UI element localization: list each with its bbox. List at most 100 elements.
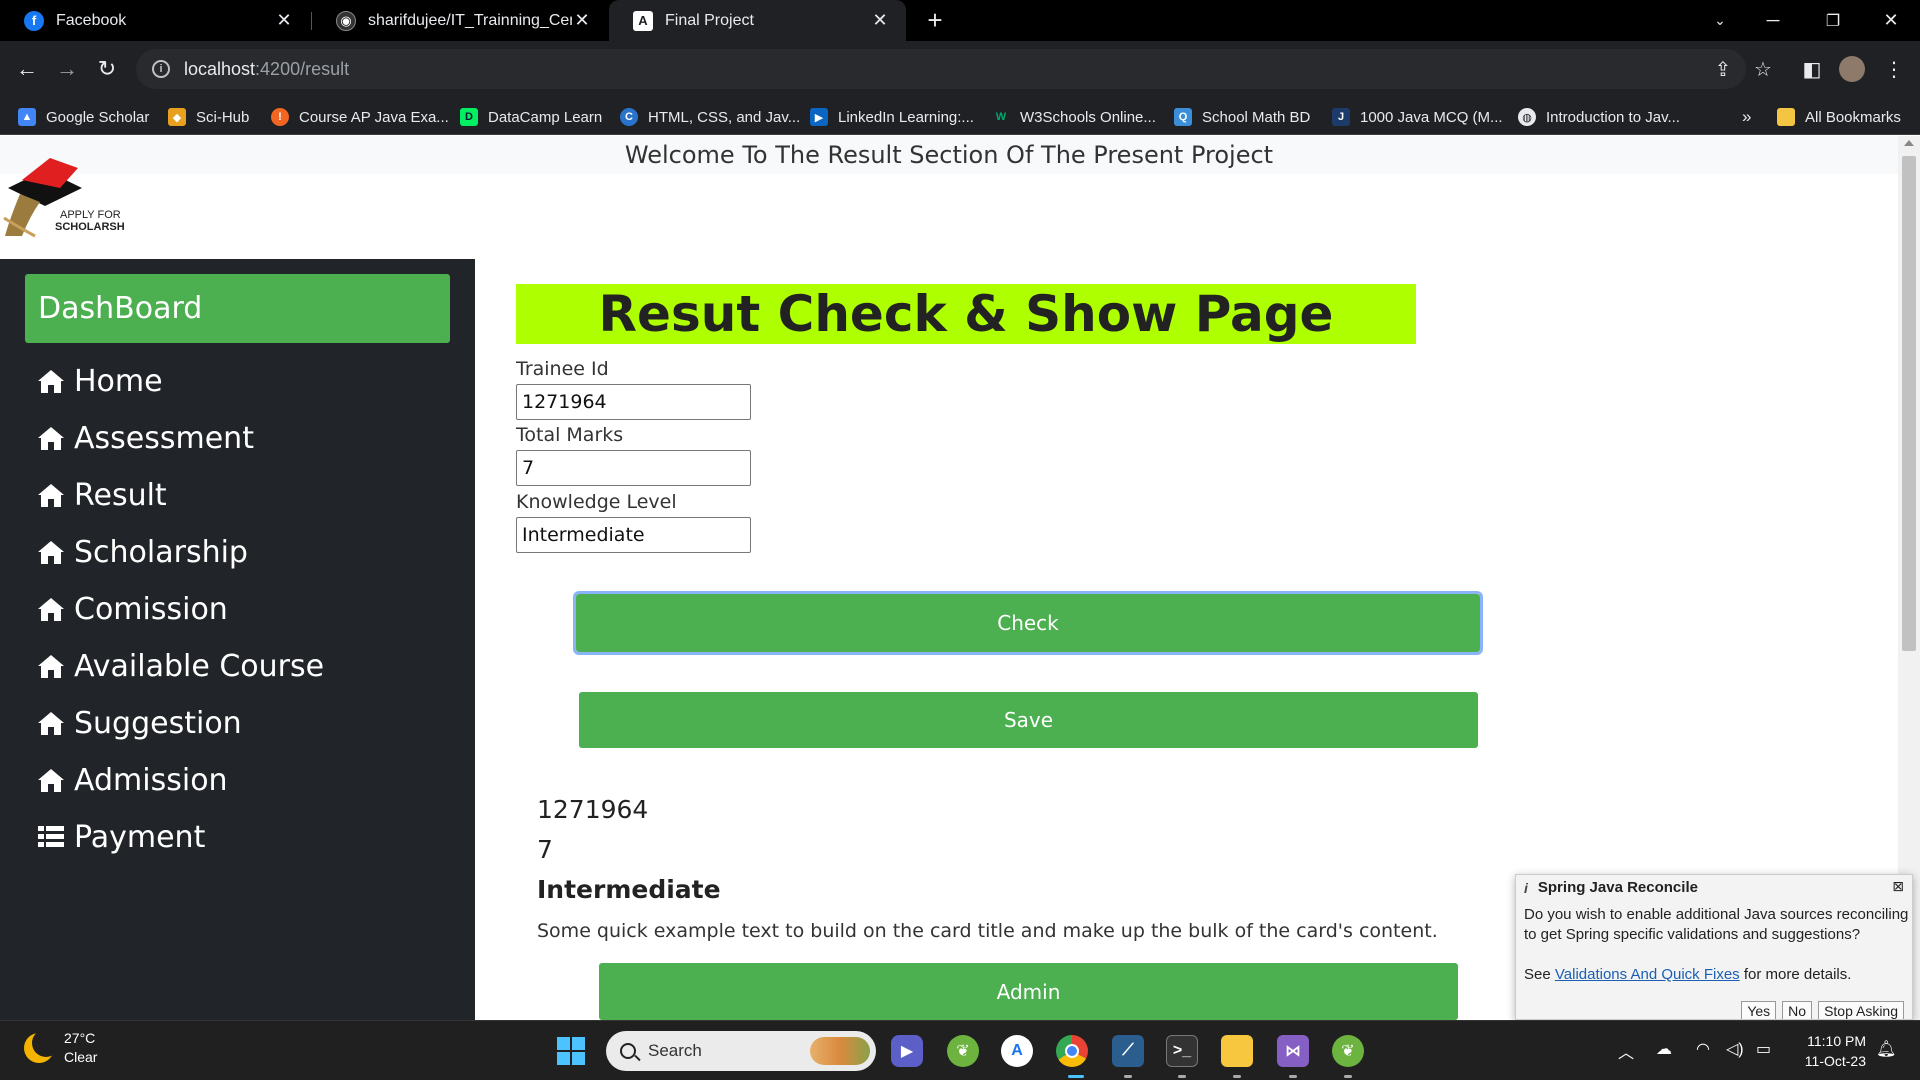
wifi-icon[interactable]: ◠ <box>1696 1039 1710 1059</box>
meet-icon[interactable]: ▶ <box>891 1035 923 1067</box>
bookmark-item[interactable]: ◆ Sci-Hub <box>168 99 249 135</box>
share-icon[interactable]: ⇪ <box>1705 51 1741 87</box>
card-knowledge-level: Intermediate <box>537 875 721 904</box>
file-explorer-icon[interactable] <box>1221 1035 1253 1067</box>
url-host: localhost <box>184 58 256 79</box>
validations-link[interactable]: Validations And Quick Fixes <box>1555 966 1740 983</box>
admin-button[interactable]: Admin <box>599 963 1458 1020</box>
tab-github[interactable]: ◉ sharifdujee/IT_Trainning_Center ✕ <box>312 0 608 41</box>
side-panel-icon[interactable]: ◧ <box>1794 51 1830 87</box>
nav-item-assessment[interactable]: Assessment <box>36 414 254 462</box>
volume-icon[interactable]: ◁) <box>1726 1039 1744 1059</box>
site-info-icon[interactable]: i <box>152 60 170 78</box>
info-icon: i <box>1524 879 1528 896</box>
home-icon <box>36 594 66 624</box>
more-bookmarks-button[interactable]: » <box>1742 99 1751 135</box>
taskbar-search[interactable]: Search <box>606 1031 876 1071</box>
back-icon[interactable]: ← <box>9 51 45 87</box>
bookmark-item[interactable]: ◍ Introduction to Jav... <box>1518 99 1680 135</box>
folder-icon: ▬ <box>1777 108 1795 126</box>
bookmark-item[interactable]: ▶ LinkedIn Learning:... <box>810 99 974 135</box>
app-indicator <box>1124 1075 1132 1078</box>
bookmark-item[interactable]: C HTML, CSS, and Jav... <box>620 99 800 135</box>
scroll-up-icon[interactable] <box>1904 140 1914 146</box>
page-heading: Resut Check & Show Page <box>516 284 1416 344</box>
tab-facebook[interactable]: f Facebook ✕ <box>0 0 310 41</box>
close-notification-icon[interactable]: ⊠ <box>1892 878 1904 895</box>
app-store-icon[interactable]: A <box>1001 1035 1033 1067</box>
restore-icon[interactable]: ❐ <box>1810 0 1856 41</box>
total-marks-input[interactable] <box>516 450 751 486</box>
check-button[interactable]: Check <box>573 591 1483 655</box>
bookmark-label: DataCamp Learn <box>488 108 603 126</box>
battery-icon[interactable]: ▭ <box>1756 1039 1771 1059</box>
bookmark-item[interactable]: J 1000 Java MCQ (M... <box>1332 99 1503 135</box>
tab-search-icon[interactable]: ⌄ <box>1697 0 1743 41</box>
weather-widget[interactable]: 27°C Clear <box>24 1029 97 1067</box>
notification-bell-icon[interactable]: 🔔︎ <box>1876 1039 1896 1059</box>
more-bookmarks-label: » <box>1742 107 1752 126</box>
knowledge-level-input[interactable] <box>516 517 751 553</box>
forward-icon[interactable]: → <box>49 51 85 87</box>
visual-studio-icon[interactable]: ⋈ <box>1277 1035 1309 1067</box>
scrollbar-thumb[interactable] <box>1902 156 1916 651</box>
chrome-icon[interactable] <box>1056 1035 1088 1067</box>
nav-item-home[interactable]: Home <box>36 357 163 405</box>
github-icon: ◉ <box>336 10 356 31</box>
new-tab-icon[interactable]: + <box>912 0 958 41</box>
bookmark-item[interactable]: D DataCamp Learn <box>460 99 602 135</box>
bookmark-item[interactable]: ! Course AP Java Exa... <box>271 99 449 135</box>
course-icon: ! <box>271 108 289 126</box>
trainee-id-input[interactable] <box>516 384 751 420</box>
nav-item-comission[interactable]: Comission <box>36 585 228 633</box>
stop-asking-button[interactable]: Stop Asking <box>1818 1001 1904 1019</box>
start-button[interactable] <box>557 1037 585 1065</box>
globe-icon: ◍ <box>1518 108 1536 126</box>
bookmark-label: HTML, CSS, and Jav... <box>648 108 801 126</box>
onedrive-icon[interactable]: ☁ <box>1656 1039 1672 1059</box>
close-tab-icon[interactable]: ✕ <box>870 10 890 31</box>
nav-item-payment[interactable]: Payment <box>36 813 205 861</box>
terminal-icon[interactable]: >_ <box>1166 1035 1198 1067</box>
bookmark-star-icon[interactable]: ☆ <box>1745 51 1781 87</box>
tab-final-project[interactable]: A Final Project ✕ <box>609 0 906 41</box>
profile-avatar[interactable] <box>1834 51 1870 87</box>
bookmark-label: 1000 Java MCQ (M... <box>1360 108 1503 126</box>
reload-icon[interactable]: ↻ <box>89 51 125 87</box>
scihub-icon: ◆ <box>168 108 186 126</box>
yes-button[interactable]: Yes <box>1741 1001 1777 1019</box>
browser-tab-bar: f Facebook ✕ ◉ sharifdujee/IT_Trainning_… <box>0 0 1920 41</box>
trainee-id-label: Trainee Id <box>516 358 609 380</box>
spring-tool-icon[interactable]: ❦ <box>947 1035 979 1067</box>
menu-icon[interactable]: ⋮ <box>1876 51 1912 87</box>
system-clock[interactable]: 11:10 PM 11-Oct-23 <box>1790 1031 1866 1071</box>
home-icon <box>36 651 66 681</box>
search-icon <box>620 1043 636 1059</box>
dashboard-button[interactable]: DashBoard <box>25 274 450 343</box>
bookmark-item[interactable]: Q School Math BD <box>1174 99 1310 135</box>
minimize-icon[interactable]: ─ <box>1750 0 1796 41</box>
close-tab-icon[interactable]: ✕ <box>274 10 294 31</box>
nav-item-admission[interactable]: Admission <box>36 756 228 804</box>
nav-item-scholarship[interactable]: Scholarship <box>36 528 248 576</box>
close-window-icon[interactable]: ✕ <box>1868 0 1914 41</box>
notification-message: Do you wish to enable additional Java so… <box>1524 906 1909 943</box>
no-button[interactable]: No <box>1782 1001 1813 1019</box>
notification-title: Spring Java Reconcile <box>1537 879 1698 896</box>
nav-item-suggestion[interactable]: Suggestion <box>36 699 242 747</box>
total-marks-label: Total Marks <box>516 424 624 446</box>
notification-header: i Spring Java Reconcile <box>1524 879 1698 896</box>
bookmark-item[interactable]: W W3Schools Online... <box>992 99 1156 135</box>
nav-item-result[interactable]: Result <box>36 471 167 519</box>
bookmark-item[interactable]: ▲ Google Scholar <box>18 99 149 135</box>
save-button[interactable]: Save <box>579 692 1478 748</box>
app-indicator <box>1178 1075 1186 1078</box>
tray-overflow-icon[interactable]: ︿ <box>1618 1039 1634 1063</box>
nav-item-available-course[interactable]: Available Course <box>36 642 324 690</box>
all-bookmarks-folder[interactable]: ▬ All Bookmarks <box>1777 99 1901 135</box>
spring-boot-icon[interactable]: ❦ <box>1332 1035 1364 1067</box>
sidebar: DashBoard Home Assessment Result Scholar… <box>0 259 475 1020</box>
mysql-workbench-icon[interactable]: ⟋ <box>1112 1035 1144 1067</box>
close-tab-icon[interactable]: ✕ <box>572 10 592 31</box>
address-bar[interactable]: i localhost:4200/result <box>136 49 1746 89</box>
